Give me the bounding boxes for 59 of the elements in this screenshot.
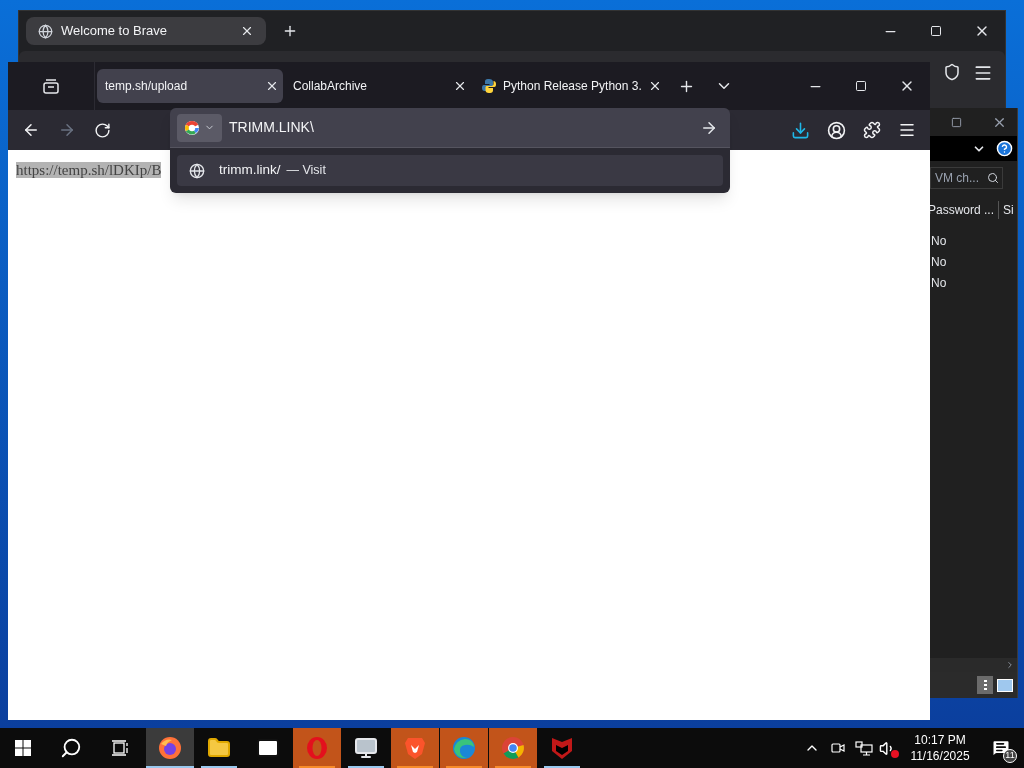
- edge-icon: [452, 736, 476, 760]
- task-view-icon: [112, 740, 130, 756]
- close-tab-icon[interactable]: [453, 79, 467, 93]
- clock-date[interactable]: 11/16/2025: [910, 748, 970, 764]
- tab-title: Welcome to Brave: [61, 22, 168, 41]
- browser-tab[interactable]: Welcome to Brave: [26, 17, 266, 45]
- table-cell-text: No: [931, 233, 948, 250]
- reload-icon[interactable]: [94, 121, 111, 139]
- search-field[interactable]: VM ch...: [930, 167, 1003, 189]
- new-tab-icon[interactable]: [282, 23, 298, 39]
- suggestion-action: — Visit: [286, 162, 326, 180]
- search-icon: [60, 737, 82, 759]
- opera-icon: [305, 736, 329, 760]
- close-tab-icon[interactable]: [265, 79, 279, 93]
- browser-tab[interactable]: temp.sh/upload: [97, 69, 283, 103]
- menu-icon[interactable]: [898, 121, 916, 139]
- tab-title: CollabArchive: [293, 78, 369, 95]
- camera-icon[interactable]: [830, 740, 846, 756]
- scroll-right-icon[interactable]: [1005, 660, 1015, 670]
- search-text: VM ch...: [935, 170, 980, 187]
- notification-count: 11: [1003, 749, 1017, 763]
- tray-icon[interactable]: [42, 77, 60, 95]
- suggestion-url: trimm.link/: [219, 161, 281, 180]
- tab-title: Python Release Python 3.: [503, 78, 642, 95]
- monitor-icon: [354, 736, 378, 760]
- tab-title: temp.sh/upload: [105, 78, 189, 95]
- tiles-view-icon[interactable]: [997, 678, 1013, 692]
- browser-tab[interactable]: CollabArchive: [285, 69, 471, 103]
- firefox-icon: [158, 736, 182, 760]
- taskbar-app-button[interactable]: [146, 728, 194, 768]
- column-header[interactable]: Si: [1003, 201, 1018, 219]
- help-icon[interactable]: [996, 140, 1013, 157]
- details-view-icon[interactable]: [977, 676, 993, 694]
- suggestion-item[interactable]: trimm.link/ — Visit: [177, 155, 723, 186]
- download-icon[interactable]: [791, 120, 810, 140]
- google-icon: [184, 119, 200, 136]
- shield-icon[interactable]: [943, 63, 961, 81]
- notifications-button[interactable]: 11: [978, 728, 1024, 768]
- account-icon[interactable]: [827, 120, 846, 140]
- menu-icon[interactable]: [973, 63, 993, 83]
- muted-badge-icon: [891, 749, 899, 758]
- shield-icon: [551, 736, 573, 760]
- browser-tab[interactable]: Python Release Python 3.: [473, 69, 666, 103]
- clock-time[interactable]: 10:17 PM: [914, 732, 966, 748]
- globe-icon: [189, 162, 205, 179]
- chrome-icon: [501, 736, 525, 760]
- table-cell-text: No: [931, 254, 948, 271]
- folder-icon: [207, 736, 231, 760]
- selected-text: https://temp.sh/lDKIp/B: [16, 162, 162, 178]
- network-icon[interactable]: [855, 740, 873, 756]
- search-engine-button[interactable]: [177, 113, 222, 142]
- extensions-icon[interactable]: [863, 121, 881, 139]
- close-tab-icon[interactable]: [240, 24, 254, 38]
- globe-icon: [38, 23, 53, 39]
- search-icon: [987, 172, 999, 184]
- python-icon: [481, 78, 497, 94]
- back-icon[interactable]: [22, 121, 40, 139]
- windows-icon: [15, 740, 31, 756]
- table-cell-text: No: [931, 275, 948, 292]
